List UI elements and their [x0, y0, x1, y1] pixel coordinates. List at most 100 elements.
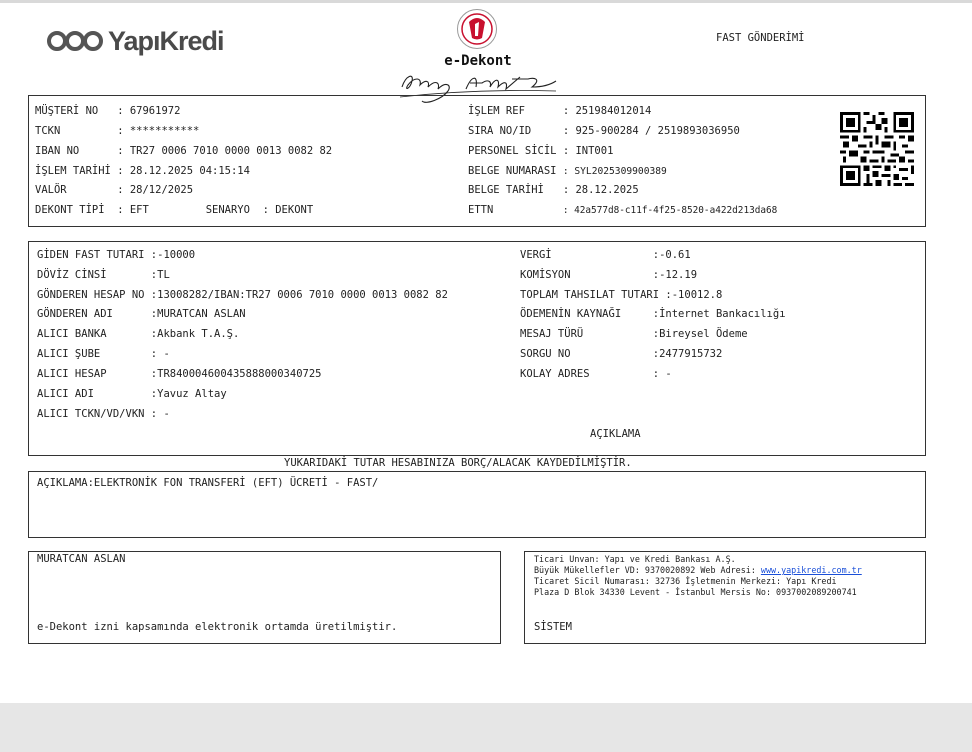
brand-logo: YapıKredi: [46, 25, 225, 57]
detail-label: ALICI HESAP: [37, 368, 151, 380]
info-row: TCKN : ***********: [35, 125, 199, 137]
info-value: : 28.12.2025: [562, 184, 639, 196]
detail-value: :İnternet Bankacılığı: [652, 308, 786, 320]
detail-value: :2477915732: [652, 348, 723, 360]
detail-row: GİDEN FAST TUTARI :-10000: [37, 249, 195, 261]
info-label: MÜŞTERİ NO: [35, 105, 118, 117]
customer-name: MURATCAN ASLAN: [37, 553, 126, 565]
bank-website-link[interactable]: www.yapikredi.com.tr: [761, 565, 862, 575]
detail-row: MESAJ TÜRÜ :Bireysel Ödeme: [520, 328, 748, 340]
brand-name: YapıKredi: [108, 25, 225, 56]
info-label: İŞLEM REF: [468, 105, 563, 117]
detail-row: GÖNDEREN HESAP NO :13008282/IBAN:TR27 00…: [37, 289, 448, 301]
bank-tax-info: Büyük Mükellefler VD: 9370020892 Web Adr…: [534, 565, 761, 575]
detail-label: ÖDEMENİN KAYNAĞI: [520, 308, 653, 320]
bank-seal-icon: [457, 9, 497, 49]
info-row: BELGE NUMARASI : SYL2025309900389: [468, 165, 667, 177]
detail-value: :-12.19: [652, 269, 698, 281]
detail-value: :MURATCAN ASLAN: [150, 308, 246, 320]
info-label: İŞLEM TARİHİ: [35, 165, 118, 177]
info-value: : 28.12.2025 04:15:14: [117, 165, 250, 177]
top-info-box: MÜŞTERİ NO : 67961972 TCKN : ***********…: [28, 95, 926, 227]
info-label: VALÖR: [35, 184, 118, 196]
detail-row: DÖVİZ CİNSİ :TL: [37, 269, 170, 281]
detail-label: GÖNDEREN HESAP NO: [37, 289, 151, 301]
debit-credit-notice: YUKARIDAKİ TUTAR HESABINIZA BORÇ/ALACAK …: [284, 457, 632, 469]
detail-row: ALICI ADI :Yavuz Altay: [37, 388, 227, 400]
info-row: DEKONT TİPİ : EFT SENARYO : DEKONT: [35, 204, 313, 216]
info-label: PERSONEL SİCİL: [468, 145, 563, 157]
detail-label: ALICI ADI: [37, 388, 151, 400]
detail-value: : -: [150, 408, 170, 420]
info-label: TCKN: [35, 125, 118, 137]
info-value: : 925-900284 / 2519893036950: [562, 125, 740, 137]
qr-code-icon: [840, 112, 914, 186]
bank-info-line: Ticari Unvan: Yapı ve Kredi Bankası A.Ş.: [534, 554, 736, 564]
detail-row: ÖDEMENİN KAYNAĞI :İnternet Bankacılığı: [520, 308, 786, 320]
detail-label: ALICI TCKN/VD/VKN: [37, 408, 151, 420]
info-value: : EFT SENARYO : DEKONT: [117, 204, 314, 216]
detail-row: ALICI ŞUBE : -: [37, 348, 170, 360]
detail-label: KOLAY ADRES: [520, 368, 653, 380]
detail-label: GÖNDEREN ADI: [37, 308, 151, 320]
info-row: PERSONEL SİCİL : INT001: [468, 145, 613, 157]
info-label: IBAN NO: [35, 145, 118, 157]
detail-value: :-10000: [150, 249, 196, 261]
detail-row: KOMİSYON :-12.19: [520, 269, 697, 281]
info-label: BELGE NUMARASI: [468, 165, 563, 177]
info-value: : 28/12/2025: [117, 184, 194, 196]
info-row: BELGE TARİHİ : 28.12.2025: [468, 184, 639, 196]
e-dekont-note: e-Dekont izni kapsamında elektronik orta…: [37, 621, 398, 633]
info-row: IBAN NO : TR27 0006 7010 0000 0013 0082 …: [35, 145, 332, 157]
yapikredi-symbol-icon: [47, 31, 103, 51]
detail-label: SORGU NO: [520, 348, 653, 360]
info-value: : INT001: [562, 145, 614, 157]
detail-value: :Yavuz Altay: [150, 388, 227, 400]
detail-row: SORGU NO :2477915732: [520, 348, 722, 360]
bank-info-line: Büyük Mükellefler VD: 9370020892 Web Adr…: [534, 565, 862, 575]
description-box: AÇIKLAMA:ELEKTRONİK FON TRANSFERİ (EFT) …: [28, 471, 926, 538]
info-row: İŞLEM TARİHİ : 28.12.2025 04:15:14: [35, 165, 250, 177]
detail-row: ALICI TCKN/VD/VKN : -: [37, 408, 170, 420]
detail-label: VERGİ: [520, 249, 653, 261]
detail-value: :-10012.8: [665, 289, 723, 301]
document-page: YapıKredi e-Dekont FAST GÖNDERİMİ MÜŞTER…: [0, 3, 972, 703]
detail-label: ALICI ŞUBE: [37, 348, 151, 360]
transaction-details-box: GİDEN FAST TUTARI :-10000 DÖVİZ CİNSİ :T…: [28, 241, 926, 456]
info-value: : TR27 0006 7010 0000 0013 0082 82: [117, 145, 333, 157]
system-label: SİSTEM: [534, 621, 572, 633]
transfer-type-title: FAST GÖNDERİMİ: [716, 32, 805, 44]
info-label: DEKONT TİPİ: [35, 204, 118, 216]
customer-footer-box: MURATCAN ASLAN e-Dekont izni kapsamında …: [28, 551, 501, 644]
detail-row: ALICI HESAP :TR840004600435888000340725: [37, 368, 321, 380]
info-value: : 42a577d8-c11f-4f25-8520-a422d213da68: [562, 205, 778, 216]
bank-info-line: Plaza D Blok 34330 Levent - İstanbul Mer…: [534, 587, 857, 597]
detail-value: :TL: [150, 269, 170, 281]
info-label: ETTN: [468, 204, 563, 216]
info-row: İŞLEM REF : 251984012014: [468, 105, 651, 117]
detail-label: DÖVİZ CİNSİ: [37, 269, 151, 281]
detail-value: :Akbank T.A.Ş.: [150, 328, 240, 340]
detail-value: : -: [652, 368, 672, 380]
info-value: : 251984012014: [562, 105, 652, 117]
info-value: : SYL2025309900389: [562, 166, 667, 177]
info-value: : 67961972: [117, 105, 181, 117]
info-row: ETTN : 42a577d8-c11f-4f25-8520-a422d213d…: [468, 204, 777, 216]
info-row: MÜŞTERİ NO : 67961972: [35, 105, 180, 117]
info-label: SIRA NO/ID: [468, 125, 563, 137]
detail-value: :Bireysel Ödeme: [652, 328, 748, 340]
aciklama-heading: AÇIKLAMA: [590, 428, 641, 440]
detail-label: TOPLAM TAHSILAT TUTARI: [520, 289, 666, 301]
info-row: VALÖR : 28/12/2025: [35, 184, 193, 196]
detail-row: GÖNDEREN ADI :MURATCAN ASLAN: [37, 308, 246, 320]
detail-label: GİDEN FAST TUTARI: [37, 249, 151, 261]
detail-row: KOLAY ADRES : -: [520, 368, 672, 380]
info-value: : ***********: [117, 125, 200, 137]
description-text: AÇIKLAMA:ELEKTRONİK FON TRANSFERİ (EFT) …: [37, 477, 379, 489]
info-row: SIRA NO/ID : 925-900284 / 2519893036950: [468, 125, 740, 137]
detail-row: ALICI BANKA :Akbank T.A.Ş.: [37, 328, 239, 340]
bank-info-line: Ticaret Sicil Numarası: 32736 İşletmenin…: [534, 576, 837, 586]
detail-value: :13008282/IBAN:TR27 0006 7010 0000 0013 …: [150, 289, 448, 301]
detail-label: KOMİSYON: [520, 269, 653, 281]
detail-value: : -: [150, 348, 170, 360]
